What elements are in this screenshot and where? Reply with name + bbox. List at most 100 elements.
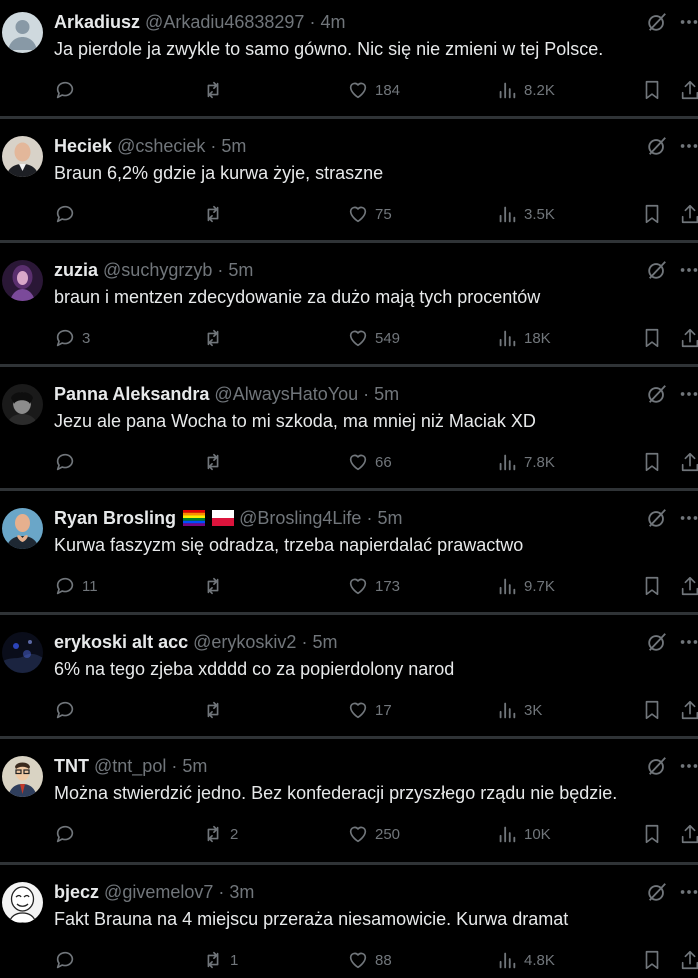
display-name[interactable]: zuzia [54,260,98,280]
retweet-button[interactable] [202,78,230,102]
tweet[interactable]: Panna Aleksandra @AlwaysHatoYou · 5m Jez… [0,372,698,491]
retweet-button[interactable] [202,574,230,598]
grok-icon[interactable] [646,881,668,903]
display-name[interactable]: Heciek [54,136,112,156]
share-button[interactable] [679,450,698,474]
reply-button[interactable]: 3 [54,326,90,350]
timestamp[interactable]: 5m [374,384,399,404]
bookmark-button[interactable] [641,326,663,350]
timestamp[interactable]: 5m [228,260,253,280]
user-handle[interactable]: @Brosling4Life [239,508,361,528]
share-button[interactable] [679,698,698,722]
user-handle[interactable]: @csheciek [117,136,205,156]
bookmark-button[interactable] [641,78,663,102]
avatar[interactable] [2,136,43,177]
share-button[interactable] [679,574,698,598]
tweet[interactable]: TNT @tnt_pol · 5m Można stwierdzić jedno… [0,744,698,865]
bookmark-button[interactable] [641,948,663,972]
avatar[interactable] [2,12,43,53]
views-button[interactable]: 18K [496,326,551,350]
grok-icon[interactable] [646,135,668,157]
more-options-icon[interactable] [678,881,698,903]
grok-icon[interactable] [646,11,668,33]
display-name[interactable]: TNT [54,756,89,776]
views-button[interactable]: 7.8K [496,450,555,474]
timestamp[interactable]: 5m [221,136,246,156]
like-button[interactable]: 66 [347,450,392,474]
display-name[interactable]: Panna Aleksandra [54,384,209,404]
user-handle[interactable]: @tnt_pol [94,756,166,776]
reply-button[interactable]: 11 [54,574,98,598]
reply-button[interactable] [54,948,82,972]
retweet-button[interactable] [202,202,230,226]
reply-button[interactable] [54,450,82,474]
display-name[interactable]: Arkadiusz [54,12,140,32]
like-button[interactable]: 250 [347,822,400,846]
views-button[interactable]: 10K [496,822,551,846]
retweet-button[interactable] [202,326,230,350]
bookmark-button[interactable] [641,574,663,598]
grok-icon[interactable] [646,631,668,653]
display-name[interactable]: erykoski alt acc [54,632,188,652]
more-options-icon[interactable] [678,507,698,529]
like-button[interactable]: 75 [347,202,392,226]
tweet[interactable]: bjecz @givemelov7 · 3m Fakt Brauna na 4 … [0,870,698,978]
views-button[interactable]: 9.7K [496,574,555,598]
display-name[interactable]: bjecz [54,882,99,902]
tweet[interactable]: erykoski alt acc @erykoskiv2 · 5m 6% na … [0,620,698,739]
timestamp[interactable]: 4m [320,12,345,32]
avatar[interactable] [2,508,43,549]
like-button[interactable]: 184 [347,78,400,102]
views-button[interactable]: 3.5K [496,202,555,226]
reply-button[interactable] [54,822,82,846]
grok-icon[interactable] [646,383,668,405]
bookmark-button[interactable] [641,450,663,474]
like-button[interactable]: 17 [347,698,392,722]
like-button[interactable]: 88 [347,948,392,972]
tweet[interactable]: zuzia @suchygrzyb · 5m braun i mentzen z… [0,248,698,367]
more-options-icon[interactable] [678,11,698,33]
grok-icon[interactable] [646,507,668,529]
like-button[interactable]: 173 [347,574,400,598]
reply-button[interactable] [54,202,82,226]
share-button[interactable] [679,822,698,846]
retweet-button[interactable]: 1 [202,948,238,972]
views-button[interactable]: 3K [496,698,542,722]
user-handle[interactable]: @AlwaysHatoYou [214,384,358,404]
avatar[interactable] [2,882,43,923]
timestamp[interactable]: 3m [229,882,254,902]
share-button[interactable] [679,948,698,972]
more-options-icon[interactable] [678,259,698,281]
timestamp[interactable]: 5m [312,632,337,652]
retweet-button[interactable]: 2 [202,822,238,846]
views-button[interactable]: 4.8K [496,948,555,972]
avatar[interactable] [2,632,43,673]
more-options-icon[interactable] [678,383,698,405]
user-handle[interactable]: @erykoskiv2 [193,632,296,652]
timestamp[interactable]: 5m [377,508,402,528]
grok-icon[interactable] [646,755,668,777]
like-button[interactable]: 549 [347,326,400,350]
share-button[interactable] [679,78,698,102]
more-options-icon[interactable] [678,135,698,157]
more-options-icon[interactable] [678,755,698,777]
reply-button[interactable] [54,698,82,722]
grok-icon[interactable] [646,259,668,281]
user-handle[interactable]: @suchygrzyb [103,260,212,280]
tweet[interactable]: Ryan Brosling @Brosling4Life · 5m Kurwa … [0,496,698,615]
reply-button[interactable] [54,78,82,102]
retweet-button[interactable] [202,450,230,474]
tweet[interactable]: Heciek @csheciek · 5m Braun 6,2% gdzie j… [0,124,698,243]
tweet[interactable]: Arkadiusz @Arkadiu46838297 · 4m Ja pierd… [0,0,698,119]
share-button[interactable] [679,326,698,350]
user-handle[interactable]: @givemelov7 [104,882,213,902]
bookmark-button[interactable] [641,202,663,226]
share-button[interactable] [679,202,698,226]
retweet-button[interactable] [202,698,230,722]
bookmark-button[interactable] [641,822,663,846]
user-handle[interactable]: @Arkadiu46838297 [145,12,304,32]
avatar[interactable] [2,756,43,797]
display-name[interactable]: Ryan Brosling [54,508,176,528]
views-button[interactable]: 8.2K [496,78,555,102]
avatar[interactable] [2,260,43,301]
